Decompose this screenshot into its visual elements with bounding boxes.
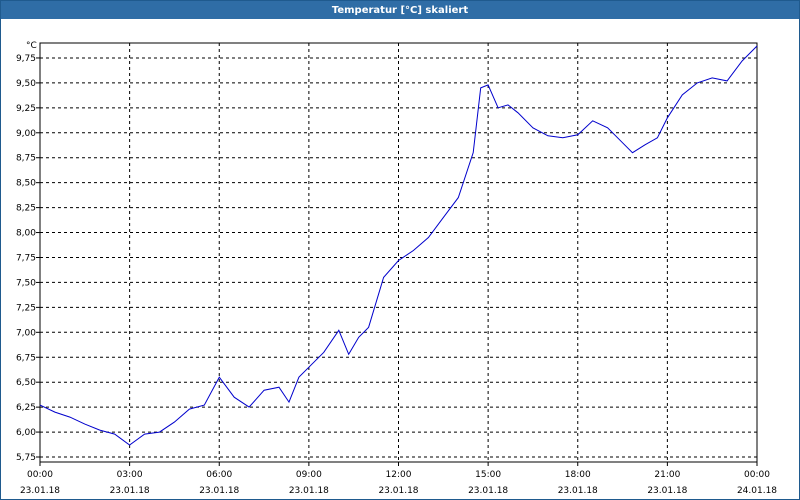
y-tick-label: 6,25 <box>16 403 36 413</box>
y-tick-label: 9,00 <box>16 129 36 139</box>
y-tick-label: 9,50 <box>16 79 36 89</box>
temperature-chart: °C 5,75 6,00 6,25 6,50 6,75 7,00 7,25 7,50 7,75 8… <box>16 41 777 496</box>
y-tick-label: 6,00 <box>16 428 36 438</box>
y-tick-label: 8,75 <box>16 154 36 164</box>
x-tick-time-label: 09:00 <box>296 470 322 480</box>
x-tick-date-label: 23.01.18 <box>647 486 687 496</box>
x-tick-time-label: 12:00 <box>386 470 412 480</box>
y-tick-label: 9,75 <box>16 54 36 64</box>
x-tick-time-label: 00:00 <box>27 470 53 480</box>
x-tick-time-label: 00:00 <box>744 470 770 480</box>
y-tick-label: 6,50 <box>16 378 36 388</box>
x-tick-time-label: 21:00 <box>654 470 680 480</box>
y-axis-ticks: 5,75 6,00 6,25 6,50 6,75 7,00 7,25 7,50 7,75 8,00… <box>16 54 40 463</box>
y-tick-label: 7,75 <box>16 253 36 263</box>
x-tick-date-label: 23.01.18 <box>378 486 418 496</box>
y-tick-label: 7,50 <box>16 278 36 288</box>
y-tick-label: 5,75 <box>16 453 36 463</box>
x-tick-time-label: 03:00 <box>117 470 143 480</box>
y-tick-label: 8,00 <box>16 229 36 239</box>
y-tick-label: 9,25 <box>16 104 36 114</box>
y-tick-label: 8,25 <box>16 204 36 214</box>
x-tick-time-label: 06:00 <box>206 470 232 480</box>
x-tick-date-label: 24.01.18 <box>737 486 777 496</box>
x-tick-date-label: 23.01.18 <box>110 486 150 496</box>
y-tick-label: 7,00 <box>16 328 36 338</box>
x-tick-date-label: 23.01.18 <box>468 486 508 496</box>
y-tick-label: 6,75 <box>16 353 36 363</box>
x-tick-time-label: 15:00 <box>475 470 501 480</box>
title-bar: Temperatur [°C] skaliert <box>1 1 799 19</box>
x-tick-date-label: 23.01.18 <box>20 486 60 496</box>
y-unit-label: °C <box>26 41 37 51</box>
x-tick-date-label: 23.01.18 <box>289 486 329 496</box>
x-tick-time-label: 18:00 <box>565 470 591 480</box>
x-axis-ticks: 00:00 23.01.18 03:00 23.01.18 06:00 23.01.18 0… <box>20 462 777 496</box>
y-tick-label: 7,25 <box>16 303 36 313</box>
window-title: Temperatur [°C] skaliert <box>331 4 469 16</box>
y-tick-label: 8,50 <box>16 179 36 189</box>
x-tick-date-label: 23.01.18 <box>558 486 598 496</box>
chart-window: Temperatur [°C] skaliert °C 5,75 6,00 6,25… <box>0 0 800 500</box>
x-tick-date-label: 23.01.18 <box>199 486 239 496</box>
